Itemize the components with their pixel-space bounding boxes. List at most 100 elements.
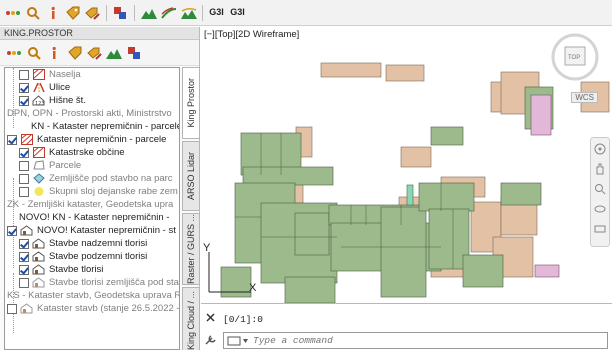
checkbox[interactable] (19, 69, 29, 80)
info-icon[interactable] (46, 44, 62, 62)
house-number-icon: 123 (32, 95, 45, 106)
tree-item-zemljisce[interactable]: Zemljišče pod stavbo na parc (19, 172, 173, 185)
stream-icon[interactable] (160, 4, 177, 22)
tree-item-novo-kataster[interactable]: NOVO! Kataster nepremičnin - st (7, 224, 176, 237)
tree-line (13, 178, 14, 268)
tree-item-naselja[interactable]: Naselja (19, 68, 81, 81)
checkbox[interactable] (19, 186, 29, 197)
tree-item-parcele[interactable]: Parcele (19, 159, 81, 172)
tag-icon[interactable] (66, 44, 82, 62)
tree-group-zk[interactable]: ZK - Zemljiški kataster, Geodetska upra (7, 198, 173, 211)
checkbox[interactable] (19, 277, 29, 288)
command-input[interactable] (253, 335, 583, 346)
drawing-canvas[interactable]: Y X TOP [−][Top][2D Wireframe] WCS (201, 27, 612, 303)
checkbox[interactable] (7, 303, 17, 314)
tree-item-label: NOVO! Kataster nepremičnin - st (37, 225, 176, 236)
tree-item-label: KS - Kataster stavb, Geodetska uprava R (7, 290, 180, 301)
command-line-handle[interactable] (203, 310, 219, 348)
tree-item-skupni-sloj[interactable]: Skupni sloj dejanske rabe zem (19, 185, 178, 198)
dots-icon[interactable] (4, 4, 21, 22)
command-prompt-icon[interactable] (227, 336, 249, 346)
tab-label: Raster / GURS ... (186, 214, 196, 285)
wcs-menu[interactable]: WCS (571, 92, 598, 103)
tab-king-prostor[interactable]: King Prostor (182, 67, 200, 139)
axis-x-label: X (249, 282, 257, 294)
building-icon (32, 277, 45, 288)
tree-item-label: Skupni sloj dejanske rabe zem (49, 186, 178, 197)
tree-group-kn[interactable]: KN - Kataster nepremičnin - parcele, (31, 120, 179, 133)
building-icon (20, 303, 33, 314)
pink-building (530, 94, 552, 136)
command-input-box[interactable] (223, 332, 608, 349)
tree-item-kataster-stavb[interactable]: Kataster stavb (stanje 26.5.2022 - (7, 302, 179, 315)
tab-raster-gurs[interactable]: Raster / GURS ... (182, 213, 200, 285)
layers-icon[interactable] (126, 44, 142, 62)
map-drawing: Y X TOP (203, 33, 610, 303)
toolbar-separator (202, 4, 203, 21)
checkbox[interactable] (19, 160, 29, 171)
building-icon (32, 264, 45, 275)
tab-king-cloud[interactable]: King Cloud / ... (182, 287, 200, 350)
tree-group-ks[interactable]: KS - Kataster stavb, Geodetska uprava R (7, 289, 180, 302)
g3i-2-icon[interactable]: G3I (228, 4, 247, 22)
checkbox[interactable] (19, 95, 29, 106)
terrain-icon[interactable] (106, 44, 122, 62)
wrench-icon (205, 335, 216, 345)
green-buildings (220, 86, 554, 303)
checkbox[interactable] (19, 251, 29, 262)
layer-tree: Naselja Ulice 123 Hišne št. DPN, OPN - P… (4, 67, 180, 350)
yellow-dot-icon (32, 186, 45, 197)
toolbar-separator (134, 4, 135, 21)
checkbox[interactable] (19, 238, 29, 249)
search-icon[interactable] (24, 4, 41, 22)
tree-item-kn-parcele[interactable]: Kataster nepremičnin - parcele (7, 133, 166, 146)
tag-edit-icon[interactable] (86, 44, 102, 62)
checkbox[interactable] (19, 264, 29, 275)
tag-edit-icon[interactable] (84, 4, 101, 22)
tab-label: King Cloud / ... (186, 291, 196, 350)
tree-item-label: Katastrske občine (49, 147, 125, 158)
checkbox[interactable] (7, 225, 17, 236)
tree-item-ulice[interactable]: Ulice (19, 81, 70, 94)
pink-building (534, 264, 560, 278)
tree-item-stavbe-tlorisi[interactable]: Stavbe tlorisi (19, 263, 103, 276)
checkbox[interactable] (19, 173, 29, 184)
tree-item-katastrske-obcine[interactable]: Katastrske občine (19, 146, 125, 159)
svg-text:123: 123 (35, 101, 45, 106)
tree-group-novo-kn[interactable]: NOVO! KN - Kataster nepremičnin - (19, 211, 169, 224)
tab-label: King Prostor (186, 78, 196, 128)
view-label[interactable]: [−][Top][2D Wireframe] (204, 29, 299, 40)
orbit-icon[interactable] (591, 200, 609, 218)
terrain-2-icon[interactable] (180, 4, 197, 22)
layers-icon[interactable] (112, 4, 129, 22)
tree-item-stavbe-zemljisca[interactable]: Stavbe tlorisi zemljišča pod stav (19, 276, 179, 289)
tree-item-hisne-st[interactable]: 123 Hišne št. (19, 94, 86, 107)
tree-item-label: Zemljišče pod stavbo na parc (49, 173, 173, 184)
main-toolbar: G3I G3I (0, 0, 612, 26)
command-line-panel: [0/1]:0 (201, 303, 612, 350)
close-icon (206, 313, 215, 322)
tree-item-stavbe-podzemni[interactable]: Stavbe podzemni tlorisi (19, 250, 147, 263)
checkbox[interactable] (19, 82, 29, 93)
pan-icon[interactable] (591, 160, 609, 178)
tree-item-label: NOVO! KN - Kataster nepremičnin - (19, 212, 170, 223)
search-icon[interactable] (26, 44, 42, 62)
showmotion-icon[interactable] (591, 220, 609, 238)
tab-arso-lidar[interactable]: ARSO Lidar (182, 141, 200, 211)
tree-item-label: Naselja (49, 69, 81, 80)
parcel-icon (32, 160, 45, 171)
tree-item-stavbe-nadzemni[interactable]: Stavbe nadzemni tlorisi (19, 237, 147, 250)
tree-group-dpn-opn[interactable]: DPN, OPN - Prostorski akti, Ministrstvo (7, 107, 172, 120)
zoom-icon[interactable] (591, 180, 609, 198)
steering-wheel-icon[interactable] (591, 140, 609, 158)
tree-item-label: DPN, OPN - Prostorski akti, Ministrstvo (7, 108, 172, 119)
checkbox[interactable] (7, 134, 17, 145)
dots-icon[interactable] (6, 44, 22, 62)
road-icon (32, 82, 45, 93)
g3i-icon[interactable]: G3I (208, 4, 225, 22)
tag-icon[interactable] (64, 4, 81, 22)
tree-item-label: Stavbe tlorisi (49, 264, 104, 275)
checkbox[interactable] (19, 147, 29, 158)
terrain-icon[interactable] (140, 4, 157, 22)
info-icon[interactable] (44, 4, 61, 22)
